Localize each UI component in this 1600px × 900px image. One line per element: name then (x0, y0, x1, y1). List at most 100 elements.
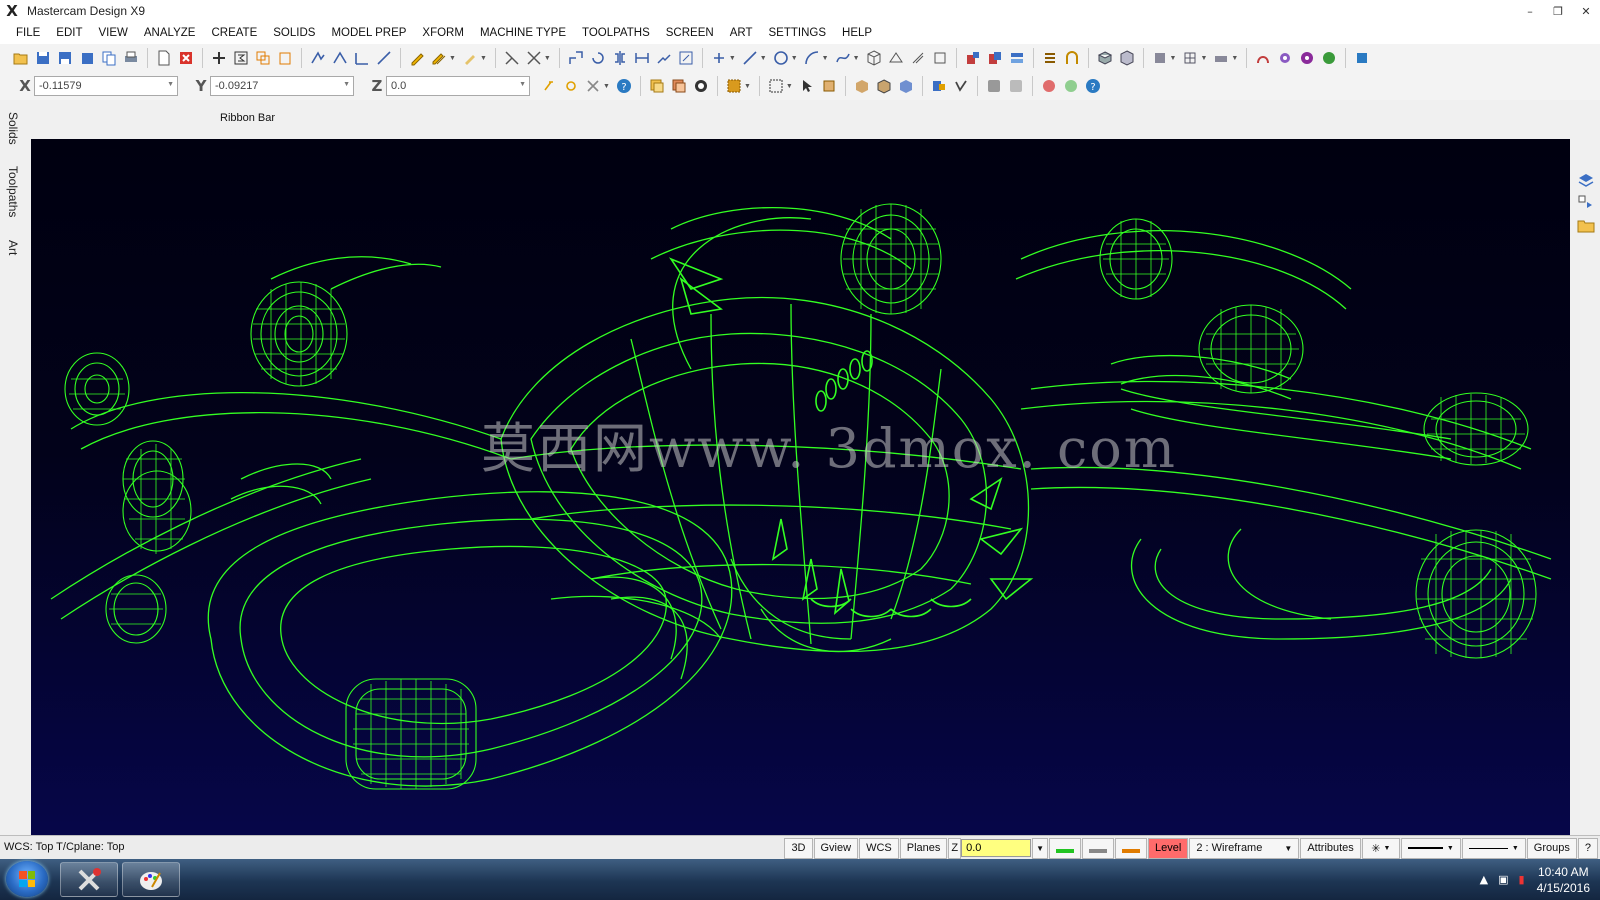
chevron-down-icon[interactable]: ▼ (603, 83, 610, 90)
break-icon[interactable] (524, 48, 544, 68)
shade-icon[interactable] (1150, 48, 1170, 68)
view-iso-icon[interactable] (1095, 48, 1115, 68)
graphics-viewport[interactable]: 莫西网www. 3dmox. com (31, 139, 1570, 835)
relative-point-icon[interactable] (561, 76, 581, 96)
arc-icon[interactable] (802, 48, 822, 68)
xform-translate-icon[interactable] (566, 48, 586, 68)
chevron-down-icon[interactable]: ▼ (449, 55, 456, 62)
menu-model-prep[interactable]: MODEL PREP (323, 22, 414, 44)
menu-view[interactable]: VIEW (91, 22, 136, 44)
attributes-button[interactable]: Attributes (1300, 837, 1361, 859)
recycle-icon[interactable] (1319, 48, 1339, 68)
solid-extrude-icon[interactable] (963, 48, 983, 68)
chevron-down-icon[interactable]: ▼ (1200, 55, 1207, 62)
blank-icon[interactable] (984, 76, 1004, 96)
menu-xform[interactable]: XFORM (414, 22, 472, 44)
xform-rotate-icon[interactable] (588, 48, 608, 68)
gear-icon[interactable] (1275, 48, 1295, 68)
art-icon[interactable] (1253, 48, 1273, 68)
autocursor-off-icon[interactable] (583, 76, 603, 96)
brush-icon[interactable] (460, 48, 480, 68)
chevron-down-icon[interactable]: ▼ (786, 83, 793, 90)
line-style-select[interactable]: ▼ (1400, 837, 1461, 859)
cube-icon[interactable] (864, 48, 884, 68)
menu-screen[interactable]: SCREEN (658, 22, 722, 44)
minimize-button[interactable]: – (1516, 0, 1544, 22)
fast-point-icon[interactable] (539, 76, 559, 96)
chevron-down-icon[interactable]: ▼ (791, 55, 798, 62)
solid-select-icon[interactable] (819, 76, 839, 96)
layers-icon[interactable] (1577, 194, 1595, 212)
printer-icon[interactable] (1211, 48, 1231, 68)
line-icon[interactable] (740, 48, 760, 68)
trim-icon[interactable] (502, 48, 522, 68)
network-icon[interactable]: ▣ (1498, 873, 1508, 886)
spline-icon[interactable] (833, 48, 853, 68)
unblank-icon[interactable] (1006, 76, 1026, 96)
solid-body-icon[interactable] (896, 76, 916, 96)
selection-window-icon[interactable] (724, 76, 744, 96)
levels-icon[interactable] (1577, 172, 1595, 190)
stop-icon[interactable] (1039, 76, 1059, 96)
wireframe-view-icon[interactable] (1180, 48, 1200, 68)
cursor-arrow-icon[interactable] (797, 76, 817, 96)
surface-icon[interactable] (886, 48, 906, 68)
start-button[interactable] (6, 861, 48, 897)
menu-create[interactable]: CREATE (203, 22, 265, 44)
dropdown-arrow-icon[interactable]: ▼ (1032, 837, 1049, 859)
close-button[interactable]: ✕ (1572, 0, 1600, 22)
window-select-icon[interactable] (766, 76, 786, 96)
view-cube-icon[interactable] (1117, 48, 1137, 68)
print-icon[interactable] (121, 48, 141, 68)
point-style-select[interactable]: ✳ ▼ (1361, 837, 1400, 859)
groups-button[interactable]: Groups (1526, 837, 1577, 859)
new-icon[interactable] (154, 48, 174, 68)
select-all-icon[interactable] (647, 76, 667, 96)
save-icon[interactable] (33, 48, 53, 68)
z-depth-input[interactable]: 0.0 (961, 839, 1032, 857)
3d-button[interactable]: 3D (784, 837, 813, 859)
ok-icon[interactable] (1061, 76, 1081, 96)
angle-icon[interactable] (352, 48, 372, 68)
menu-analyze[interactable]: ANALYZE (136, 22, 204, 44)
tab-art[interactable]: Art (6, 240, 20, 255)
color-swatch-icon[interactable] (1049, 837, 1082, 859)
save-some-icon[interactable] (77, 48, 97, 68)
chevron-down-icon[interactable]: ▼ (167, 81, 174, 88)
backplot-icon[interactable] (951, 76, 971, 96)
chevron-down-icon[interactable]: ▼ (343, 81, 350, 88)
chevron-down-icon[interactable]: ▼ (544, 55, 551, 62)
z-coord-input[interactable]: 0.0 ▼ (386, 76, 530, 96)
save-as-icon[interactable] (55, 48, 75, 68)
surface-color-icon[interactable] (1082, 837, 1115, 859)
list-icon[interactable] (1040, 48, 1060, 68)
chevron-down-icon[interactable]: ▼ (519, 81, 526, 88)
gview-button[interactable]: Gview (813, 837, 859, 859)
copy-icon[interactable] (253, 48, 273, 68)
help-button[interactable]: ? (1577, 837, 1598, 859)
menu-solids[interactable]: SOLIDS (265, 22, 323, 44)
point-icon[interactable] (709, 48, 729, 68)
menu-toolpaths[interactable]: TOOLPATHS (574, 22, 658, 44)
folder-icon[interactable] (1577, 216, 1595, 234)
arch-icon[interactable] (1062, 48, 1082, 68)
wcs-button[interactable]: WCS (859, 837, 899, 859)
solid-face-icon[interactable] (852, 76, 872, 96)
sum-icon[interactable] (231, 48, 251, 68)
delete-icon[interactable] (176, 48, 196, 68)
planes-button[interactable]: Planes (899, 837, 948, 859)
chevron-down-icon[interactable]: ▼ (729, 55, 736, 62)
solid-edge-icon[interactable] (874, 76, 894, 96)
menu-file[interactable]: FILE (8, 22, 48, 44)
xform-scale-icon[interactable] (676, 48, 696, 68)
verify-icon[interactable] (929, 76, 949, 96)
level-select[interactable]: 2 : Wireframe ▼ (1189, 837, 1300, 859)
taskbar-clock[interactable]: 10:40 AM 4/15/2016 (1537, 864, 1590, 896)
circle-icon[interactable] (771, 48, 791, 68)
menu-art[interactable]: ART (722, 22, 761, 44)
tab-toolpaths[interactable]: Toolpaths (6, 166, 20, 217)
x-coord-input[interactable]: -0.11579 ▼ (34, 76, 178, 96)
multi-pencil-icon[interactable] (429, 48, 449, 68)
xform-stretch-icon[interactable] (654, 48, 674, 68)
y-coord-input[interactable]: -0.09217 ▼ (210, 76, 354, 96)
